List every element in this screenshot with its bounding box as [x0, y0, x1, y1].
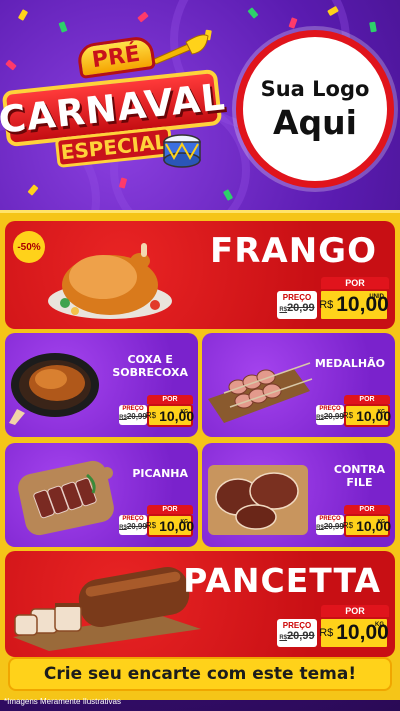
skewers-icon	[208, 362, 313, 423]
product-card-picanha[interactable]: PICANHA POR PREÇO R$20,99 R$ 10,00 KG	[5, 443, 198, 547]
old-price-box: PREÇO R$20,99	[119, 405, 147, 425]
product-name: CONTRA FILE	[333, 463, 385, 489]
price-unit: KG	[377, 519, 386, 525]
confetti	[5, 59, 17, 71]
por-label: POR	[147, 395, 193, 404]
preco-label: PREÇO	[282, 621, 312, 630]
product-card-contra-file[interactable]: CONTRA FILE POR PREÇO R$20,99 R$ 10,00 K…	[202, 443, 395, 547]
por-label: POR	[147, 505, 193, 514]
cta-banner[interactable]: Crie seu encarte com este tema!	[8, 657, 392, 691]
old-price: R$20,99	[119, 522, 147, 531]
new-price: 10,00	[159, 407, 195, 424]
flyer-header: PRÉ CARNAVAL ESPECIAL Sua Logo Aqui	[0, 0, 400, 210]
old-price: R$20,99	[279, 630, 315, 642]
currency: R$	[145, 411, 157, 420]
preco-label: PREÇO	[282, 293, 312, 302]
price-tag: POR PREÇO R$20,99 R$ 10,00 KG	[119, 505, 195, 537]
trumpet-icon	[151, 34, 209, 65]
products-board: -50% FRANGO POR PREÇO R$20,99 R$ 10,00 U…	[0, 210, 400, 700]
new-price-box: R$ 10,00 KG	[145, 404, 195, 427]
product-name: PANCETTA	[183, 561, 381, 600]
price-unit: KG	[180, 519, 189, 525]
product-card-pancetta[interactable]: PANCETTA POR PREÇO R$20,99 R$ 10,00 KG	[5, 551, 395, 657]
old-price: R$20,99	[316, 412, 344, 421]
currency: R$	[342, 521, 354, 530]
price-tag: POR PREÇO R$20,99 R$ 10,00 KG	[316, 395, 392, 427]
old-price: R$20,99	[119, 412, 147, 421]
new-price-box: R$ 10,00 KG	[319, 617, 389, 649]
product-name: COXA E SOBRECOXA	[112, 353, 188, 379]
price-unit: UNID	[369, 294, 384, 300]
old-price-box: PREÇO R$20,99	[277, 619, 317, 647]
flyer-page: PRÉ CARNAVAL ESPECIAL Sua Logo Aqui -50%	[0, 0, 400, 711]
price-tag: POR PREÇO R$20,99 R$ 10,00 KG	[316, 505, 392, 537]
price-tag: POR PREÇO R$20,99 R$ 10,00 KG	[277, 605, 389, 651]
picanha-board-icon	[18, 460, 114, 536]
new-price: 10,00	[159, 517, 195, 534]
logo-text-line1: Sua Logo	[260, 76, 370, 101]
drum-icon	[163, 134, 201, 168]
product-name: MEDALHÃO	[314, 357, 385, 370]
new-price-box: R$ 10,00 KG	[342, 514, 392, 537]
pancetta-roast-icon	[13, 566, 201, 651]
old-price: R$20,99	[316, 522, 344, 531]
confetti	[58, 21, 68, 33]
product-card-medalhao[interactable]: MEDALHÃO POR PREÇO R$20,99 R$ 10,00 KG	[202, 333, 395, 437]
currency: R$	[319, 627, 334, 639]
logo-text-line2: Aqui	[273, 102, 357, 142]
new-price-box: R$ 10,00 UNID	[319, 289, 389, 321]
steak-board-icon	[208, 465, 308, 535]
roast-chicken-icon	[48, 243, 172, 319]
currency: R$	[145, 521, 157, 530]
new-price-box: R$ 10,00 KG	[145, 514, 195, 537]
discount-badge: -50%	[13, 231, 45, 263]
price-unit: KG	[375, 622, 384, 628]
price-tag: POR PREÇO R$20,99 R$ 10,00 UNID	[277, 277, 389, 323]
product-card-frango[interactable]: -50% FRANGO POR PREÇO R$20,99 R$ 10,00 U…	[5, 221, 395, 329]
por-label: POR	[321, 605, 389, 617]
currency: R$	[342, 411, 354, 420]
price-unit: KG	[180, 409, 189, 415]
product-name: FRANGO	[210, 231, 377, 271]
new-price: 10,00	[356, 517, 392, 534]
disclaimer-text: *Imagens Meramente Ilustrativas	[4, 697, 121, 706]
new-price-box: R$ 10,00 KG	[342, 404, 392, 427]
por-label: POR	[344, 505, 390, 514]
logo-placeholder[interactable]: Sua Logo Aqui	[236, 30, 394, 188]
old-price-box: PREÇO R$20,99	[119, 515, 147, 535]
currency: R$	[319, 299, 334, 311]
old-price: R$20,99	[279, 302, 315, 314]
por-label: POR	[344, 395, 390, 404]
confetti	[17, 9, 29, 21]
chicken-leg-pan-icon	[9, 353, 99, 425]
price-tag: POR PREÇO R$20,99 R$ 10,00 KG	[119, 395, 195, 427]
price-unit: KG	[377, 409, 386, 415]
old-price-box: PREÇO R$20,99	[316, 515, 344, 535]
pre-badge: PRÉ	[76, 34, 156, 80]
confetti	[369, 21, 377, 33]
old-price-box: PREÇO R$20,99	[277, 291, 317, 319]
product-card-coxa-sobrecoxa[interactable]: COXA E SOBRECOXA POR PREÇO R$20,99 R$ 10…	[5, 333, 198, 437]
confetti	[137, 11, 149, 23]
old-price-box: PREÇO R$20,99	[316, 405, 344, 425]
product-name: PICANHA	[132, 467, 188, 480]
por-label: POR	[321, 277, 389, 289]
new-price: 10,00	[356, 407, 392, 424]
